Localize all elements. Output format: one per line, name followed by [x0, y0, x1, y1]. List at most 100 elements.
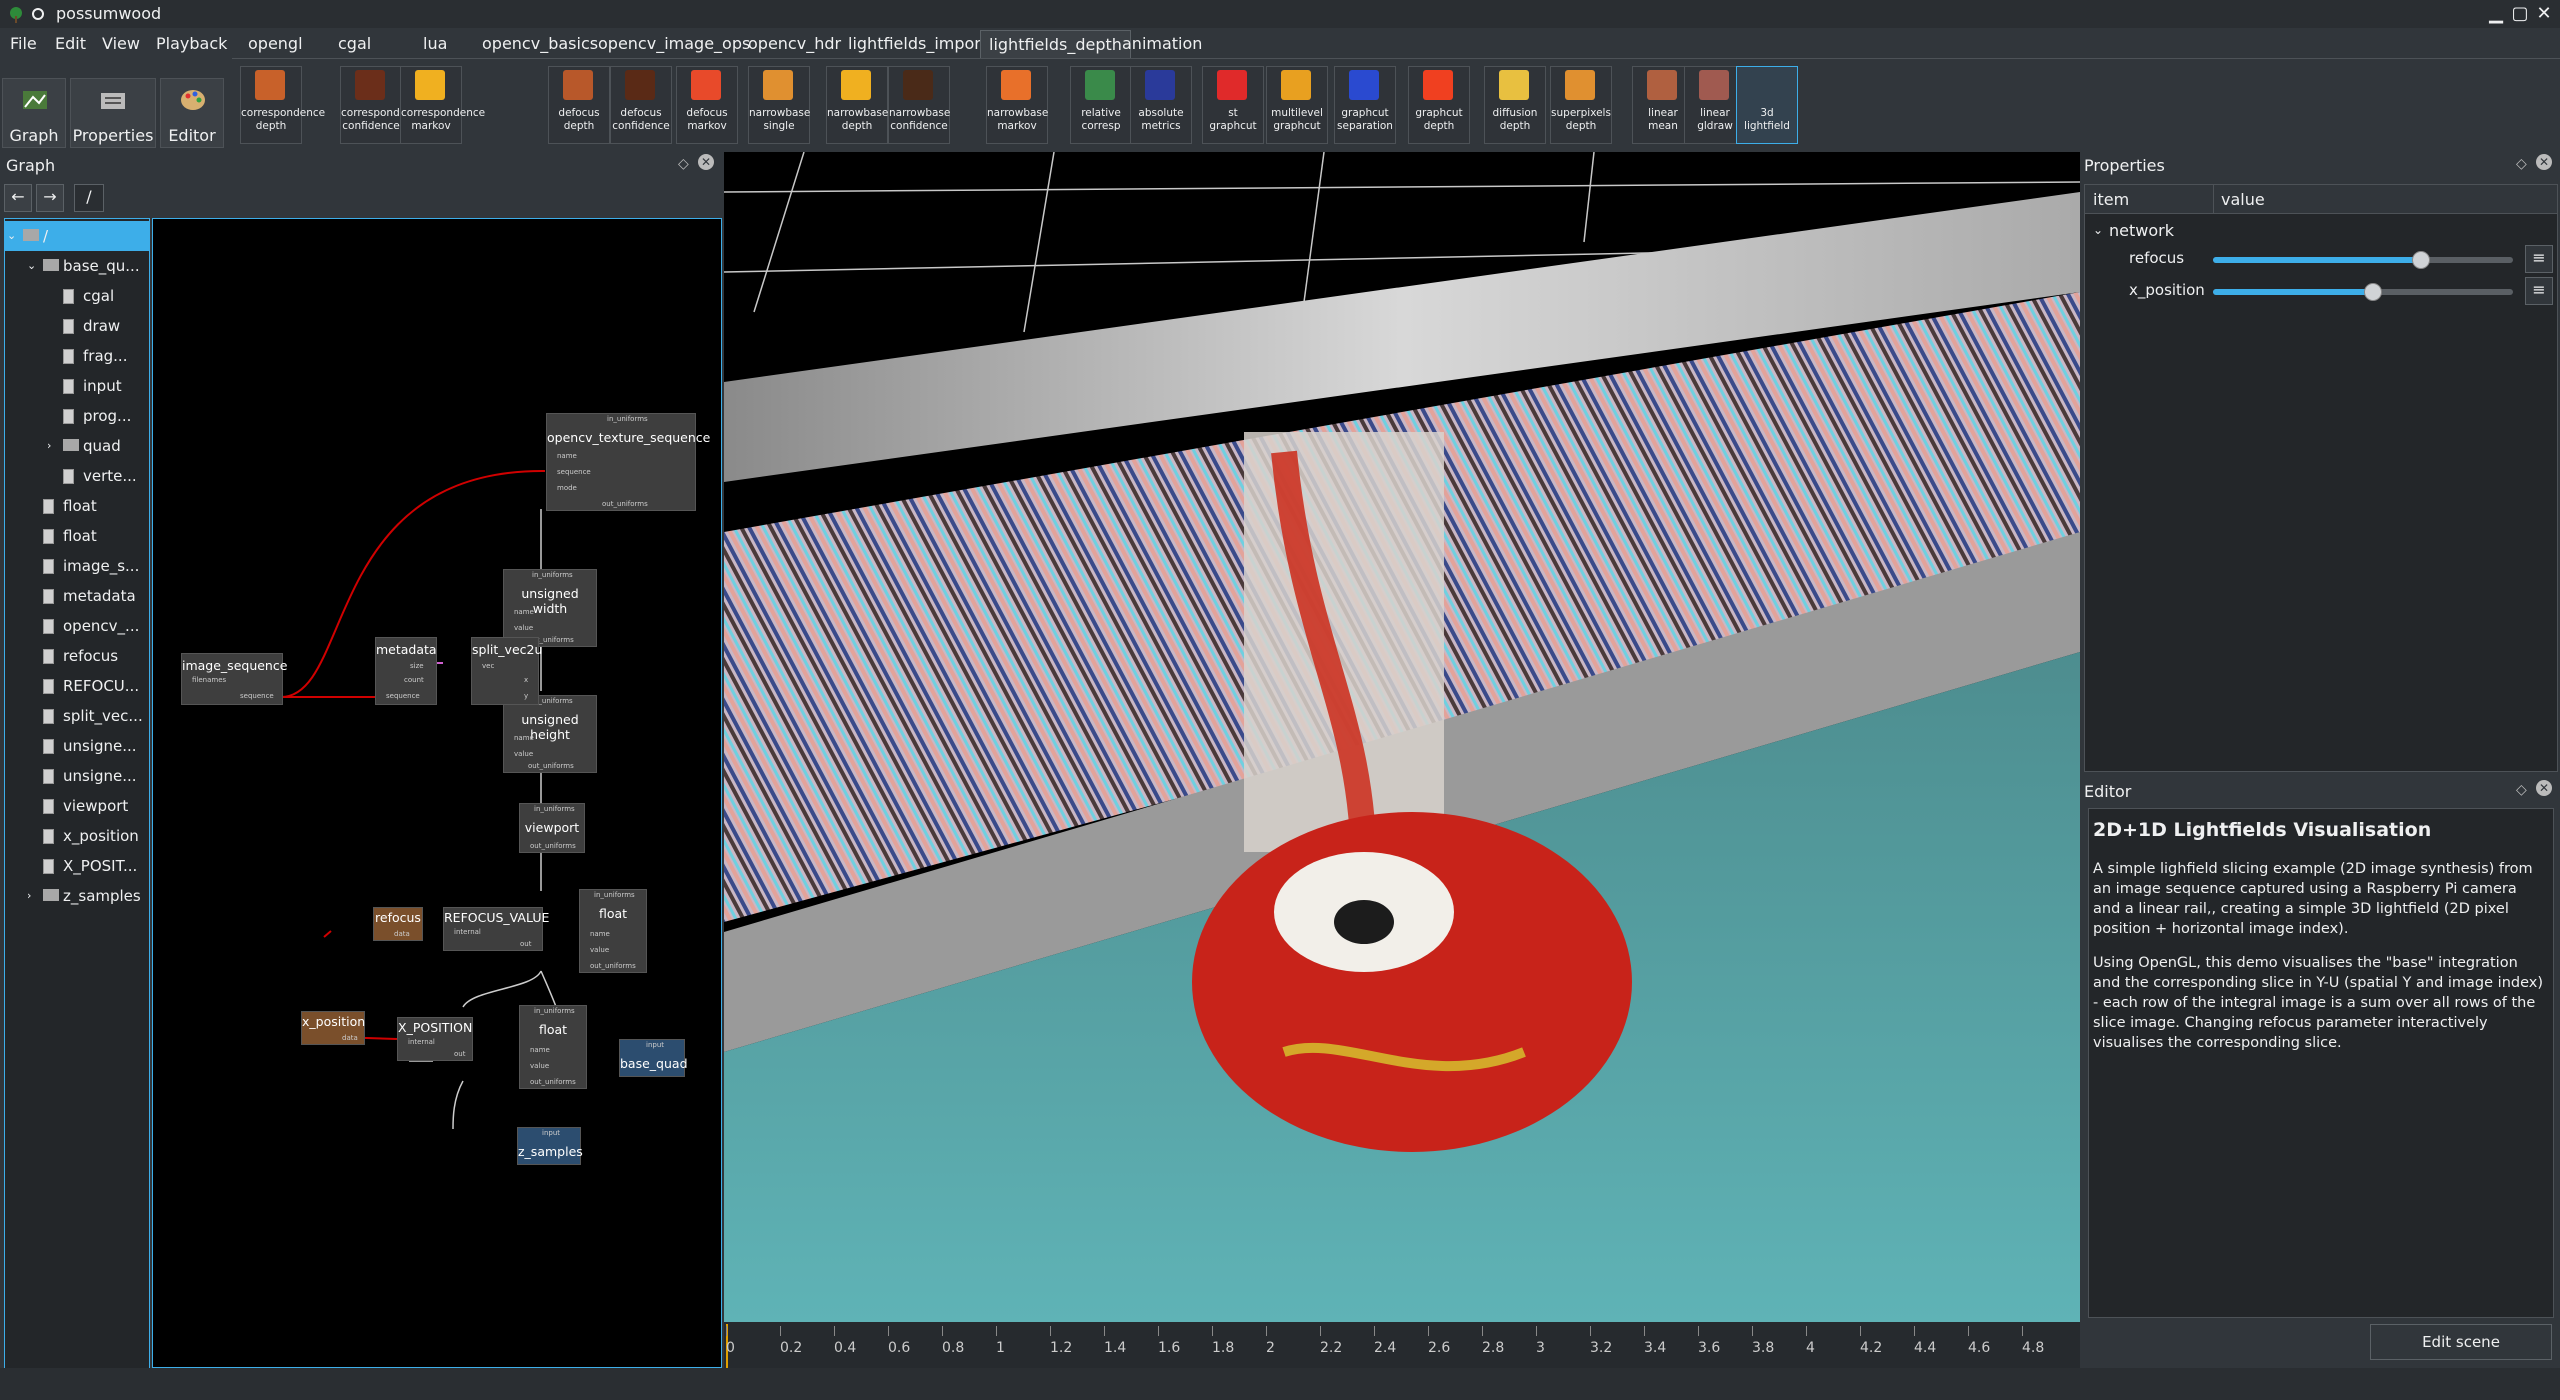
tool-multilevel-graphcut[interactable]: multilevel graphcut: [1266, 66, 1328, 144]
path-breadcrumb[interactable]: /: [74, 184, 104, 212]
menu-playback[interactable]: Playback: [156, 34, 227, 53]
tool-narrowbase-markov[interactable]: narrowbase markov: [986, 66, 1048, 144]
tool-correspondence-markov[interactable]: correspondence markov: [400, 66, 485, 144]
tree-item[interactable]: opencv_...: [5, 611, 149, 641]
tree-item[interactable]: cgal: [5, 281, 149, 311]
tool-superpixels-depth[interactable]: superpixels depth: [1550, 66, 1612, 144]
node-image-sequence[interactable]: image_sequence filenames sequence: [181, 653, 287, 705]
tool-correspondence-confidence[interactable]: correspondence confidence: [340, 66, 425, 144]
tab-opencv-hdr[interactable]: opencv_hdr: [740, 30, 849, 58]
tab-animation[interactable]: animation: [1114, 30, 1210, 58]
tool-diffusion-depth[interactable]: diffusion depth: [1484, 66, 1546, 144]
properties-mode-button[interactable]: Properties: [70, 78, 156, 148]
editor-mode-button[interactable]: Editor: [160, 78, 224, 148]
menu-file[interactable]: File: [10, 34, 37, 53]
node-opencv-texture-sequence[interactable]: in_uniforms opencv_texture_sequence name…: [546, 413, 710, 511]
node-refocus-value[interactable]: REFOCUS_VALUE internal out: [443, 907, 549, 951]
graph-close-icon[interactable]: ✕: [698, 154, 714, 170]
tool-3d-lightfield[interactable]: 3d lightfield: [1736, 66, 1798, 144]
tree-item[interactable]: float: [5, 521, 149, 551]
tree-item[interactable]: prog...: [5, 401, 149, 431]
hamburger-menu-icon[interactable]: ≡: [2525, 277, 2553, 305]
collapse-icon[interactable]: ⌄: [7, 221, 16, 251]
collapse-icon[interactable]: ⌄: [2093, 223, 2103, 237]
tab-opencv-basics[interactable]: opencv_basics: [474, 30, 606, 58]
x_position-slider[interactable]: [2213, 283, 2513, 301]
slider-handle[interactable]: [2412, 251, 2430, 269]
tool-defocus-markov[interactable]: defocus markov: [676, 66, 738, 144]
hamburger-menu-icon[interactable]: ≡: [2525, 245, 2553, 273]
tree-item[interactable]: x_position: [5, 821, 149, 851]
tool-relative-corresp[interactable]: relative corresp: [1070, 66, 1132, 144]
tree-item[interactable]: ⌄ /: [5, 221, 149, 251]
properties-close-icon[interactable]: ✕: [2536, 154, 2552, 170]
tool-absolute-metrics[interactable]: absolute metrics: [1130, 66, 1192, 144]
tab-cgal[interactable]: cgal: [330, 30, 379, 58]
node-float-xposition[interactable]: in_uniforms float name value out_uniform…: [519, 1005, 587, 1089]
tool-defocus-confidence[interactable]: defocus confidence: [610, 66, 672, 144]
tree-item[interactable]: unsigne...: [5, 761, 149, 791]
tree-item[interactable]: metadata: [5, 581, 149, 611]
close-button[interactable]: ✕: [2532, 2, 2556, 26]
network-tree[interactable]: ⌄ / ⌄ base_qu... cgal draw frag... input prog...…: [4, 218, 150, 1370]
tab-opengl[interactable]: opengl: [240, 30, 311, 58]
collapse-icon[interactable]: ⌄: [27, 251, 36, 281]
node-z-samples[interactable]: input z_samples: [517, 1127, 583, 1165]
minimize-button[interactable]: ▁: [2484, 2, 2508, 26]
refocus-slider[interactable]: [2213, 251, 2513, 269]
pin-icon[interactable]: [30, 6, 46, 22]
tree-item[interactable]: split_vec...: [5, 701, 149, 731]
back-button[interactable]: ←: [4, 184, 32, 212]
tool-graphcut-separation[interactable]: graphcut separation: [1334, 66, 1396, 144]
tree-item[interactable]: refocus: [5, 641, 149, 671]
tree-item[interactable]: X_POSIT...: [5, 851, 149, 881]
menu-view[interactable]: View: [102, 34, 140, 53]
tool-correspondence-depth[interactable]: correspondence depth: [240, 66, 325, 144]
node-split-vec2u[interactable]: split_vec2u vec x y: [471, 637, 542, 705]
tree-item[interactable]: draw: [5, 311, 149, 341]
tool-narrowbase-single[interactable]: narrowbase single: [748, 66, 810, 144]
slider-handle[interactable]: [2364, 283, 2382, 301]
expand-icon[interactable]: ›: [27, 881, 31, 911]
node-unsigned-width[interactable]: in_uniforms unsigned width name value ou…: [503, 569, 597, 647]
node-unsigned-height[interactable]: in_uniforms unsigned height name value o…: [503, 695, 597, 773]
node-base-quad[interactable]: input base_quad: [619, 1039, 688, 1077]
tree-item[interactable]: input: [5, 371, 149, 401]
tool-narrowbase-confidence[interactable]: narrowbase confidence: [888, 66, 950, 144]
editor-close-icon[interactable]: ✕: [2536, 780, 2552, 796]
tab-lua[interactable]: lua: [415, 30, 455, 58]
tree-item[interactable]: REFOCU...: [5, 671, 149, 701]
tree-item[interactable]: image_s...: [5, 551, 149, 581]
graph-float-icon[interactable]: ◇: [678, 156, 689, 172]
graph-canvas[interactable]: in_uniforms opencv_texture_sequence name…: [152, 218, 722, 1368]
node-x-position-input[interactable]: x_position data: [301, 1011, 365, 1045]
3d-viewport[interactable]: [724, 152, 2080, 1322]
tab-lightfields-depth[interactable]: lightfields_depth: [980, 30, 1131, 59]
tree-item[interactable]: verte...: [5, 461, 149, 491]
tool-st-graphcut[interactable]: st graphcut: [1202, 66, 1264, 144]
tree-item[interactable]: viewport: [5, 791, 149, 821]
node-refocus-input[interactable]: refocus data: [373, 907, 423, 941]
tool-defocus-depth[interactable]: defocus depth: [548, 66, 610, 144]
node-float-refocus[interactable]: in_uniforms float name value out_uniform…: [579, 889, 647, 973]
tab-lightfields-import[interactable]: lightfields_import: [840, 30, 995, 58]
tree-item[interactable]: unsigne...: [5, 731, 149, 761]
graph-mode-button[interactable]: Graph: [2, 78, 66, 148]
forward-button[interactable]: →: [36, 184, 64, 212]
tree-item[interactable]: frag...: [5, 341, 149, 371]
edit-scene-description-button[interactable]: Edit scene description...: [2370, 1324, 2552, 1385]
node-viewport[interactable]: in_uniforms viewport out_uniforms: [519, 803, 585, 853]
menu-edit[interactable]: Edit: [55, 34, 86, 53]
tree-item[interactable]: float: [5, 491, 149, 521]
tab-opencv-image-ops[interactable]: opencv_image_ops: [590, 30, 758, 58]
tool-graphcut-depth[interactable]: graphcut depth: [1408, 66, 1470, 144]
node-x-position-const[interactable]: X_POSITION internal out: [397, 1017, 473, 1061]
node-metadata[interactable]: metadata size count sequence: [375, 637, 437, 705]
tool-narrowbase-depth[interactable]: narrowbase depth: [826, 66, 888, 144]
properties-float-icon[interactable]: ◇: [2516, 156, 2527, 172]
editor-float-icon[interactable]: ◇: [2516, 782, 2527, 798]
tree-item[interactable]: › quad: [5, 431, 149, 461]
tree-item[interactable]: ⌄ base_qu...: [5, 251, 149, 281]
maximize-button[interactable]: ▢: [2508, 2, 2532, 26]
expand-icon[interactable]: ›: [47, 431, 51, 461]
